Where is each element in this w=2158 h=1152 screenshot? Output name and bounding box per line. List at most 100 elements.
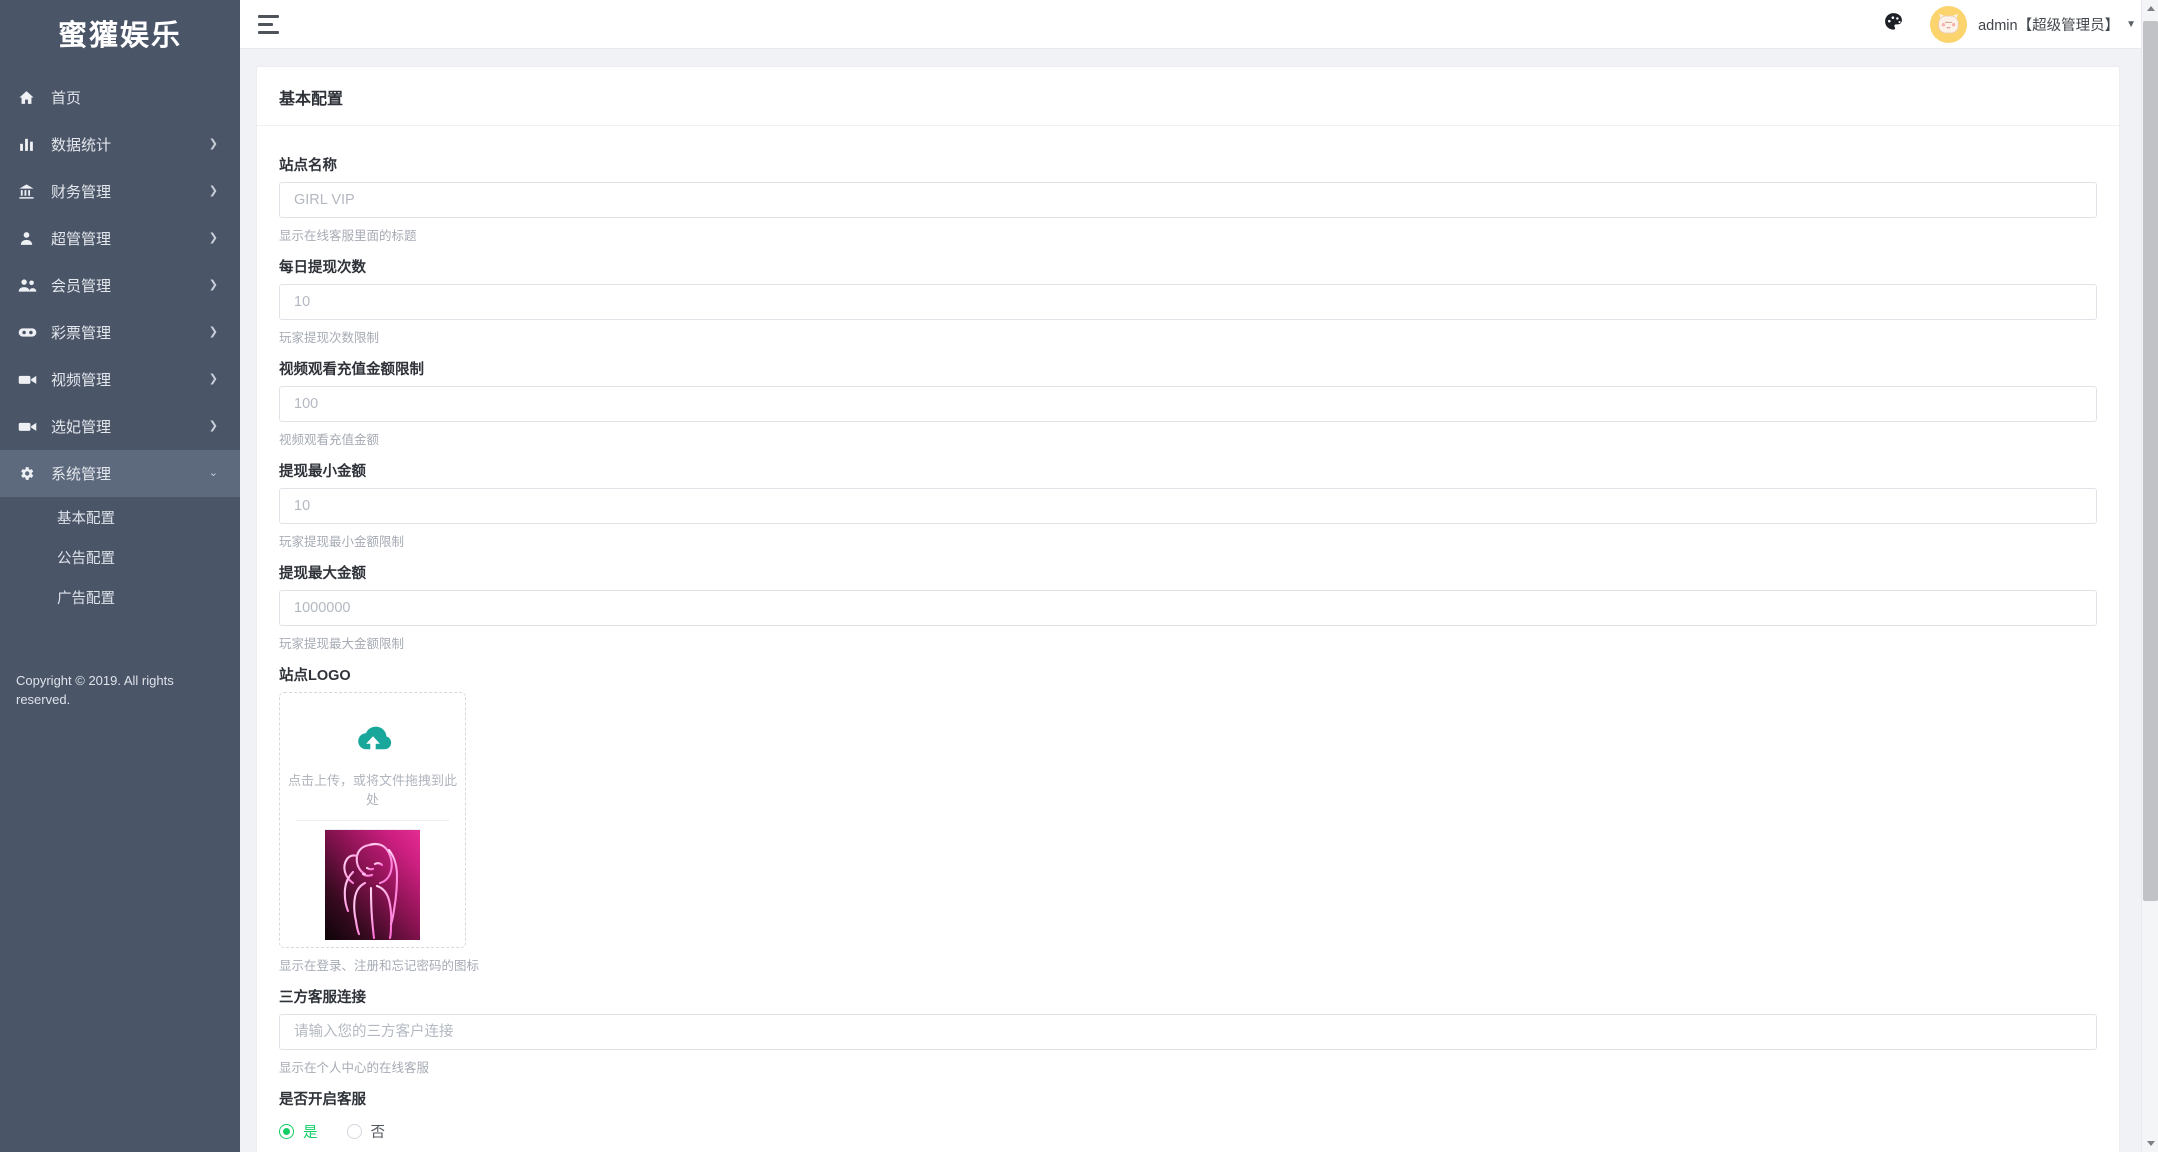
scrollbar-thumb[interactable]: [2143, 21, 2158, 901]
sidebar-item-label: 首页: [51, 90, 82, 107]
chevron-down-icon[interactable]: ▼: [2126, 19, 2136, 30]
field-help: 玩家提现次数限制: [279, 331, 380, 345]
gear-icon: [18, 465, 44, 482]
sidebar: 蜜獾娱乐 首页 数据统计 ❯ 财务管理 ❯ 超管管理 ❯ 会员管理 ❯ 彩票管理…: [0, 0, 240, 1152]
sidebar-item-label: 超管管理: [51, 231, 112, 248]
chevron-down-icon: ⌄: [208, 467, 218, 479]
app-root: 蜜獾娱乐 首页 数据统计 ❯ 财务管理 ❯ 超管管理 ❯ 会员管理 ❯ 彩票管理…: [0, 0, 2158, 1152]
sidebar-subitem-label: 公告配置: [57, 550, 115, 567]
sidebar-item-finance[interactable]: 财务管理 ❯: [0, 168, 240, 215]
user-menu-label[interactable]: admin【超级管理员】: [1978, 14, 2119, 35]
palette-icon: [1883, 11, 1904, 37]
max-withdraw-input[interactable]: [279, 590, 2097, 626]
sidebar-item-statistics[interactable]: 数据统计 ❯: [0, 121, 240, 168]
field-label: 站点LOGO: [279, 668, 351, 684]
sidebar-item-system[interactable]: 系统管理 ⌄: [0, 450, 240, 497]
field-label: 是否开启客服: [279, 1092, 366, 1108]
field-help: 显示在个人中心的在线客服: [279, 1061, 430, 1075]
video-camera-icon: [18, 372, 44, 387]
field-label: 提现最大金额: [279, 566, 366, 582]
field-label: 站点名称: [279, 158, 337, 174]
upload-divider: [296, 820, 449, 821]
field-help: 显示在登录、注册和忘记密码的图标: [279, 959, 480, 973]
field-service-toggle: 是否开启客服 是 否: [279, 1088, 2097, 1142]
sidebar-item-label: 会员管理: [51, 278, 112, 295]
sidebar-item-members[interactable]: 会员管理 ❯: [0, 262, 240, 309]
upload-hint-text: 点击上传，或将文件拖拽到此处: [288, 773, 458, 807]
triangle-up-icon: [2146, 6, 2155, 11]
radio-service-yes[interactable]: 是: [279, 1121, 318, 1142]
site-name-input[interactable]: [279, 182, 2097, 218]
people-icon: [18, 277, 44, 294]
sidebar-subitem-ad-config[interactable]: 广告配置: [0, 577, 240, 617]
video-recharge-limit-input[interactable]: [279, 386, 2097, 422]
theme-picker-button[interactable]: [1883, 11, 1904, 37]
field-help: 显示在线客服里面的标题: [279, 229, 417, 243]
chevron-right-icon: ❯: [208, 373, 218, 385]
sidebar-nav: 首页 数据统计 ❯ 财务管理 ❯ 超管管理 ❯ 会员管理 ❯ 彩票管理 ❯ 视频…: [0, 66, 240, 617]
field-video-recharge-limit: 视频观看充值金额限制 视频观看充值金额: [279, 358, 2097, 448]
sidebar-subitem-basic-config[interactable]: 基本配置: [0, 497, 240, 537]
triangle-down-icon: [2146, 1141, 2155, 1146]
chevron-right-icon: ❯: [208, 185, 218, 197]
cat-avatar-icon: [1938, 13, 1959, 33]
field-help: 视频观看充值金额: [279, 433, 380, 447]
radio-label: 否: [370, 1125, 386, 1141]
card-body: 站点名称 显示在线客服里面的标题 每日提现次数 玩家提现次数限制 视频观看充值金…: [257, 126, 2119, 1152]
hamburger-bar: [258, 30, 279, 34]
service-link-input[interactable]: [279, 1014, 2097, 1050]
field-daily-withdraw-count: 每日提现次数 玩家提现次数限制: [279, 256, 2097, 346]
scroll-down-button[interactable]: [2142, 1135, 2158, 1152]
sidebar-item-label: 财务管理: [51, 184, 112, 201]
sidebar-item-label: 数据统计: [51, 137, 112, 154]
radio-mark: [279, 1124, 294, 1139]
field-label: 提现最小金额: [279, 464, 366, 480]
sidebar-submenu-system: 基本配置 公告配置 广告配置: [0, 497, 240, 617]
sidebar-item-label: 系统管理: [51, 466, 112, 483]
chevron-right-icon: ❯: [208, 420, 218, 432]
bar-chart-icon: [18, 136, 44, 153]
avatar[interactable]: [1930, 5, 1968, 43]
field-service-link: 三方客服连接 显示在个人中心的在线客服: [279, 986, 2097, 1076]
card-header: 基本配置: [257, 67, 2119, 126]
bank-icon: [18, 183, 44, 200]
hamburger-bar: [258, 22, 273, 26]
logo-upload-dropzone[interactable]: 点击上传，或将文件拖拽到此处: [279, 692, 466, 948]
daily-withdraw-count-input[interactable]: [279, 284, 2097, 320]
brand-title: 蜜獾娱乐: [57, 20, 182, 52]
cloud-upload-icon: [350, 723, 396, 762]
chevron-right-icon: ❯: [208, 279, 218, 291]
radio-service-no[interactable]: 否: [346, 1121, 386, 1142]
menu-toggle-button[interactable]: [254, 7, 288, 41]
chevron-right-icon: ❯: [208, 138, 218, 150]
home-icon: [18, 89, 44, 106]
main-area: admin【超级管理员】 ▼ 基本配置 站点名称 显示在线客服里面的标题: [240, 0, 2158, 1152]
person-icon: [18, 230, 44, 247]
sidebar-item-lottery[interactable]: 彩票管理 ❯: [0, 309, 240, 356]
hamburger-bar: [258, 14, 279, 18]
sidebar-item-video[interactable]: 视频管理 ❯: [0, 356, 240, 403]
chevron-right-icon: ❯: [208, 326, 218, 338]
page-scrollbar[interactable]: [2141, 0, 2158, 1152]
field-label: 三方客服连接: [279, 990, 366, 1006]
sidebar-item-home[interactable]: 首页: [0, 74, 240, 121]
sidebar-item-concubine[interactable]: 选妃管理 ❯: [0, 403, 240, 450]
field-site-name: 站点名称 显示在线客服里面的标题: [279, 154, 2097, 244]
content-scroll-area: 基本配置 站点名称 显示在线客服里面的标题 每日提现次数 玩家提现次数限制: [240, 49, 2158, 1152]
chevron-right-icon: ❯: [208, 232, 218, 244]
sidebar-subitem-notice-config[interactable]: 公告配置: [0, 537, 240, 577]
sidebar-item-label: 选妃管理: [51, 419, 112, 436]
radio-mark: [346, 1124, 362, 1139]
scroll-up-button[interactable]: [2142, 0, 2158, 17]
topbar: admin【超级管理员】 ▼: [240, 0, 2158, 49]
logo-preview[interactable]: [325, 829, 420, 940]
min-withdraw-input[interactable]: [279, 488, 2097, 524]
sidebar-item-label: 彩票管理: [51, 325, 112, 342]
service-toggle-radio-group: 是 否: [279, 1121, 2097, 1142]
radio-dot: [283, 1128, 290, 1135]
sidebar-item-admin[interactable]: 超管管理 ❯: [0, 215, 240, 262]
field-help: 玩家提现最小金额限制: [279, 535, 405, 549]
radio-label: 是: [303, 1125, 318, 1141]
field-label: 每日提现次数: [279, 260, 366, 276]
sidebar-subitem-label: 基本配置: [57, 510, 115, 527]
